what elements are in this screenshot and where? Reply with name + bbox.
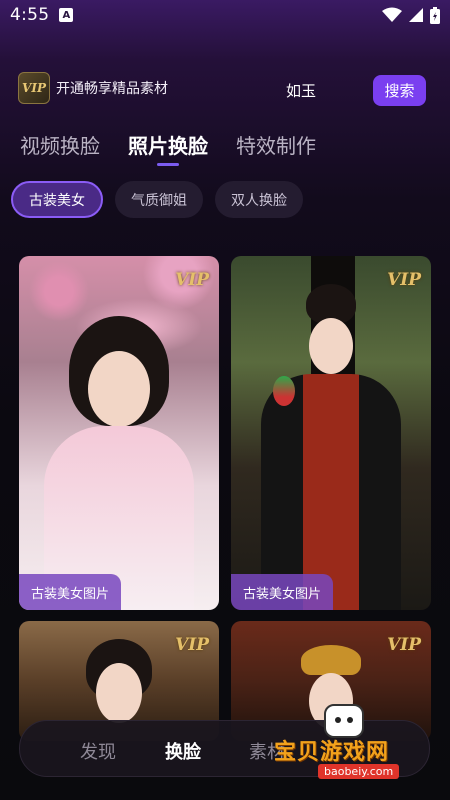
search-button[interactable]: 搜索 xyxy=(373,75,426,106)
pill-elegant-lady[interactable]: 气质御姐 xyxy=(115,181,203,218)
vip-crown-icon: VIP xyxy=(18,72,50,104)
template-card[interactable]: VIP 古装美女图片 xyxy=(19,256,219,610)
main-tabs: 视频换脸 照片换脸 特效制作 xyxy=(20,130,316,168)
nav-discover[interactable]: 发现 xyxy=(80,738,116,764)
nav-face-swap[interactable]: 换脸 xyxy=(165,738,201,764)
card-image xyxy=(231,256,431,610)
watermark-title: 宝贝游戏网 xyxy=(274,740,390,765)
card-image xyxy=(19,256,219,610)
battery-icon xyxy=(430,6,440,24)
search-input[interactable]: 如玉 xyxy=(286,80,316,101)
tab-video-face-swap[interactable]: 视频换脸 xyxy=(20,130,100,168)
vip-badge: VIP xyxy=(387,270,421,290)
tab-effects[interactable]: 特效制作 xyxy=(236,130,316,168)
vip-badge: VIP xyxy=(175,270,209,290)
watermark: 宝贝游戏网 baobeiy.com xyxy=(272,702,444,782)
pill-ancient-beauty[interactable]: 古装美女 xyxy=(11,181,103,218)
vip-banner[interactable]: VIP 开通畅享精品素材 xyxy=(18,70,168,106)
pill-double-swap[interactable]: 双人换脸 xyxy=(215,181,303,218)
tab-photo-face-swap[interactable]: 照片换脸 xyxy=(128,130,208,168)
vip-badge: VIP xyxy=(175,635,209,655)
notification-icon: A xyxy=(59,8,74,22)
wifi-icon xyxy=(382,7,402,22)
card-caption: 古装美女图片 xyxy=(19,574,122,610)
status-bar: 4:55 A xyxy=(0,0,450,30)
watermark-url: baobeiy.com xyxy=(318,764,400,779)
category-pills: 古装美女 气质御姐 双人换脸 xyxy=(11,181,303,218)
vip-badge: VIP xyxy=(387,635,421,655)
status-time: 4:55 xyxy=(10,5,50,25)
signal-icon xyxy=(409,8,423,22)
gamepad-mascot-icon xyxy=(324,704,364,738)
card-caption: 古装美女图片 xyxy=(231,574,334,610)
template-card[interactable]: VIP 古装美女图片 xyxy=(231,256,431,610)
vip-promo-text: 开通畅享精品素材 xyxy=(56,81,168,97)
status-icons xyxy=(382,6,440,24)
